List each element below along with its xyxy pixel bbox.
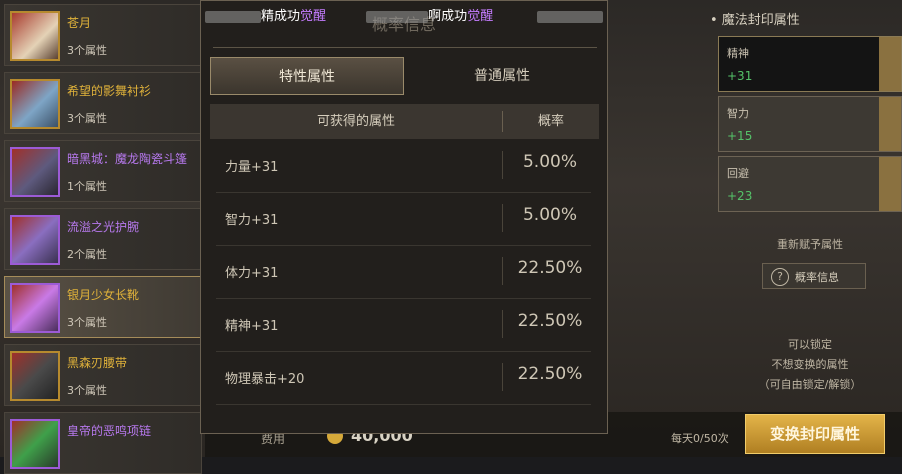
table-row: 体力+31 22.50%	[216, 245, 591, 299]
item-name: 皇帝的恶鸣项链	[67, 424, 152, 438]
table-row: 力量+31 5.00%	[216, 139, 591, 193]
slot-attr-value: +31	[727, 69, 753, 83]
button-label: 概率信息	[795, 271, 839, 284]
lock-icon[interactable]	[879, 37, 901, 91]
slot-attr-value: +23	[727, 189, 753, 203]
list-item[interactable]: 暗黑城：魔龙陶瓷斗篷 1个属性	[4, 140, 202, 202]
column-header-probability: 概率	[537, 114, 564, 129]
notice-text: 啊成功	[428, 9, 468, 24]
divider	[502, 257, 503, 285]
awaken-text: 觉醒	[467, 9, 494, 24]
awaken-text: 觉醒	[300, 9, 327, 24]
column-header-attribute: 可获得的属性	[316, 114, 395, 129]
item-icon	[10, 11, 60, 61]
lock-icon[interactable]	[879, 157, 901, 211]
blurred-text	[366, 10, 429, 23]
daily-count: 每天0/50次	[671, 432, 729, 445]
seal-slot[interactable]: 精神 +31	[718, 36, 902, 92]
item-icon	[10, 351, 60, 401]
item-name: 流溢之光护腕	[67, 220, 140, 234]
item-attr-count: 3个属性	[67, 44, 107, 57]
attribute-cell: 力量+31	[225, 160, 279, 175]
slot-attr-name: 精神	[727, 47, 749, 60]
item-attr-count: 2个属性	[67, 248, 107, 261]
notice-text: 精成功	[261, 9, 301, 24]
item-name: 银月少女长靴	[67, 288, 140, 302]
system-notification: 精成功觉醒 啊成功觉醒	[205, 5, 635, 25]
item-icon	[10, 419, 60, 469]
item-name: 黑森刃腰带	[67, 356, 128, 370]
item-icon	[10, 79, 60, 129]
slot-attr-value: +15	[727, 129, 753, 143]
seal-slot[interactable]: 智力 +15	[718, 96, 902, 152]
attribute-cell: 精神+31	[225, 319, 279, 334]
probability-info-button[interactable]: ? 概率信息	[762, 263, 866, 289]
question-icon: ?	[771, 268, 789, 286]
list-item[interactable]: 苍月 3个属性	[4, 4, 202, 66]
attribute-cell: 智力+31	[225, 213, 279, 228]
divider	[502, 310, 503, 338]
divider	[502, 363, 503, 391]
item-icon	[10, 283, 60, 333]
probability-cell: 22.50%	[517, 364, 583, 384]
list-item[interactable]: 流溢之光护腕 2个属性	[4, 208, 202, 270]
item-name: 苍月	[67, 16, 92, 30]
magic-seal-panel: • 魔法封印属性 精神 +31 智力 +15 回避 +23 重新赋予属性 ? 概…	[700, 0, 902, 457]
attribute-cell: 物理暴击+20	[225, 372, 305, 387]
item-name: 希望的影舞衬衫	[67, 84, 152, 98]
divider	[502, 151, 503, 179]
exchange-seal-button[interactable]: 变换封印属性	[745, 414, 885, 454]
lock-hint-2: 不想变换的属性	[771, 358, 849, 371]
attribute-cell: 体力+31	[225, 266, 279, 281]
table-row: 精神+31 22.50%	[216, 298, 591, 352]
item-attr-count: 3个属性	[67, 316, 107, 329]
item-attr-count: 3个属性	[67, 112, 107, 125]
probability-cell: 22.50%	[517, 311, 583, 331]
probability-cell: 5.00%	[522, 205, 577, 225]
blurred-text	[205, 10, 261, 23]
seal-slot[interactable]: 回避 +23	[718, 156, 902, 212]
list-item-selected[interactable]: 银月少女长靴 3个属性	[4, 276, 202, 338]
item-list: 苍月 3个属性 希望的影舞衬衫 3个属性 暗黑城：魔龙陶瓷斗篷 1个属性 流溢之…	[0, 0, 205, 474]
probability-info-modal: 概率信息 特性属性 普通属性 可获得的属性 概率 力量+31 5.00% 智力+…	[200, 0, 608, 434]
item-name: 暗黑城：魔龙陶瓷斗篷	[67, 152, 188, 166]
table-header: 可获得的属性 概率	[210, 104, 599, 139]
divider	[502, 204, 503, 232]
table-row: 物理暴击+20 22.50%	[216, 351, 591, 405]
item-attr-count: 3个属性	[67, 384, 107, 397]
blurred-text	[537, 10, 604, 23]
tab-special-attributes[interactable]: 特性属性	[210, 57, 404, 95]
lock-hint-1: 可以锁定	[788, 338, 832, 351]
list-item[interactable]: 黑森刃腰带 3个属性	[4, 344, 202, 406]
reassign-label: 重新赋予属性	[777, 238, 843, 251]
probability-cell: 22.50%	[517, 258, 583, 278]
probability-cell: 5.00%	[522, 152, 577, 172]
slot-attr-name: 智力	[727, 107, 749, 120]
lock-icon[interactable]	[879, 97, 901, 151]
divider	[213, 47, 597, 48]
table-row: 智力+31 5.00%	[216, 192, 591, 246]
item-icon	[10, 147, 60, 197]
item-icon	[10, 215, 60, 265]
lock-hint-3: （可自由锁定/解锁）	[758, 378, 862, 391]
item-attr-count: 1个属性	[67, 180, 107, 193]
tab-normal-attributes[interactable]: 普通属性	[405, 57, 599, 95]
slot-attr-name: 回避	[727, 167, 749, 180]
list-item[interactable]: 皇帝的恶鸣项链	[4, 412, 202, 474]
list-item[interactable]: 希望的影舞衬衫 3个属性	[4, 72, 202, 134]
panel-title: • 魔法封印属性	[710, 13, 800, 28]
